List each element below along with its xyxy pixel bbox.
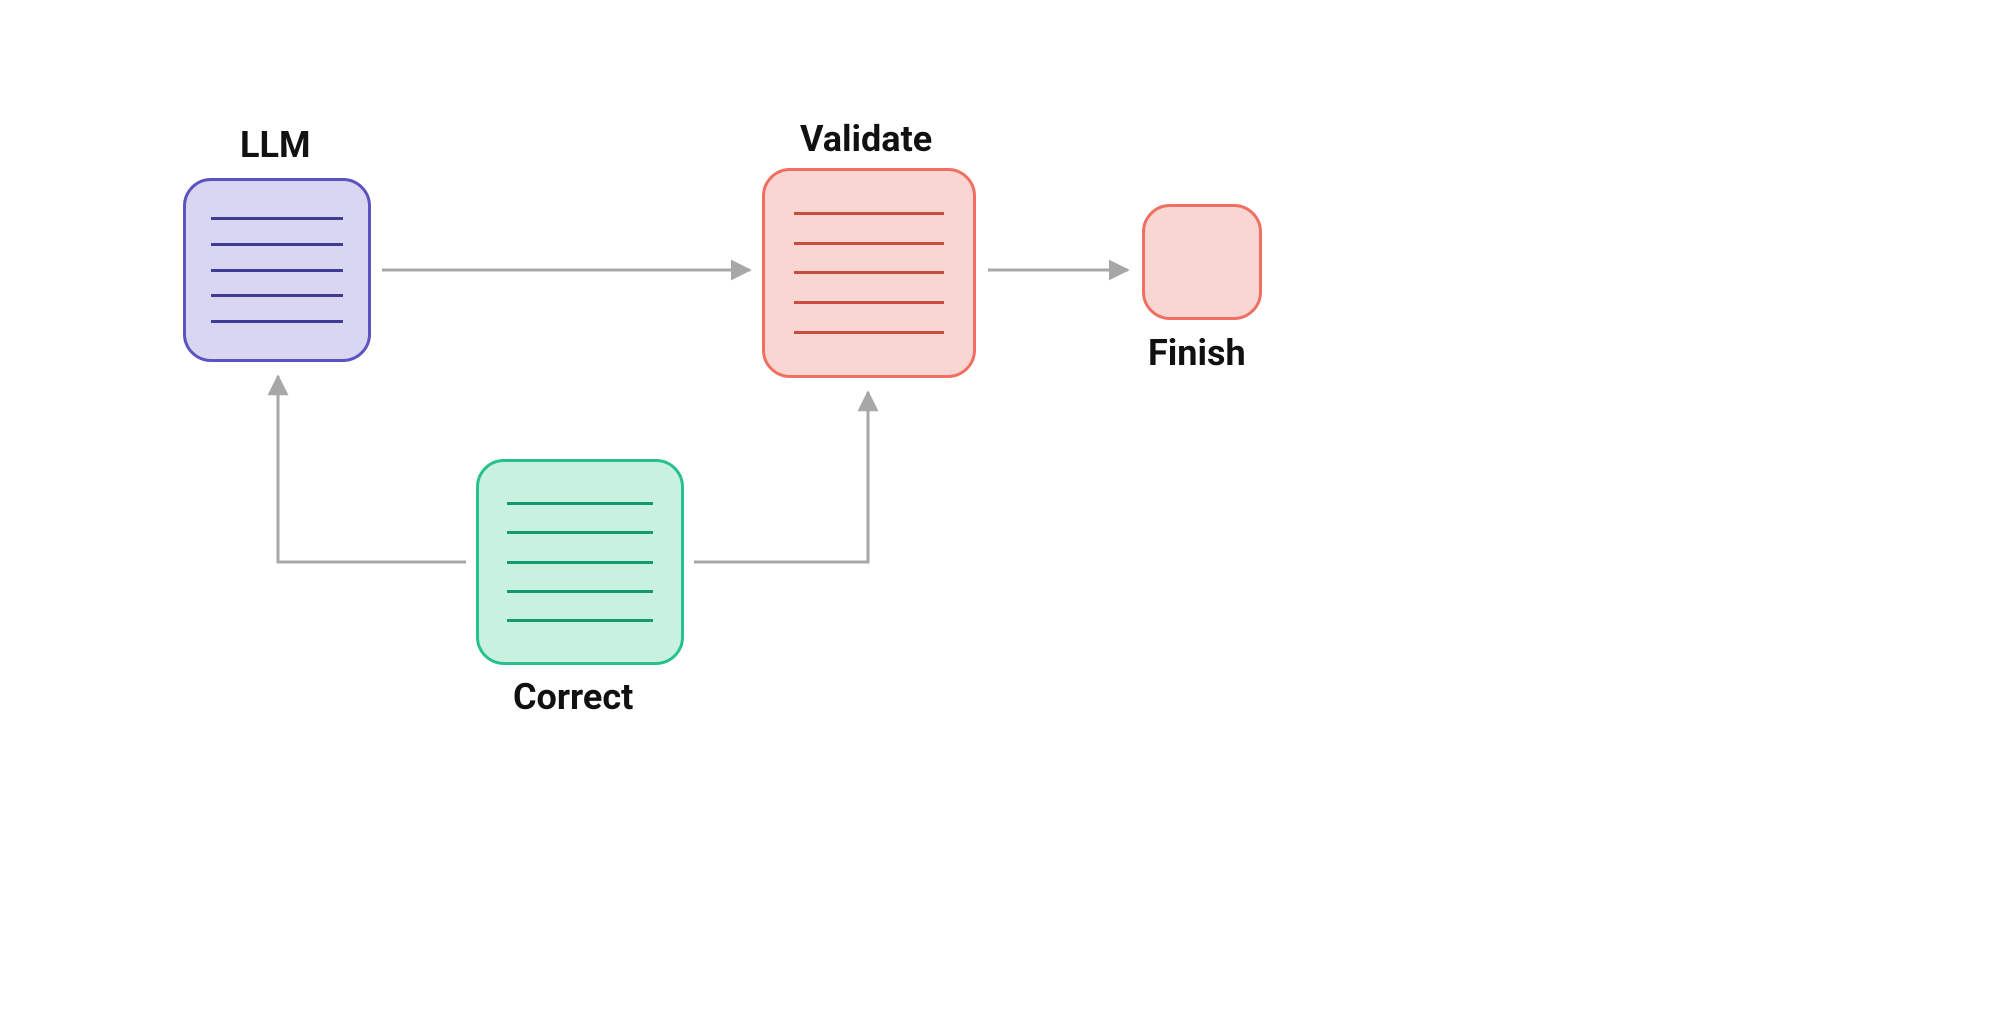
finish-label: Finish (1148, 332, 1246, 374)
edge-correct-to-validate (694, 392, 868, 562)
validate-label: Validate (800, 118, 932, 160)
diagram-canvas: LLM Validate Correct Finish (0, 0, 2000, 1033)
validate-node (762, 168, 976, 378)
finish-node (1142, 204, 1262, 320)
document-lines-icon (507, 502, 652, 622)
document-lines-icon (211, 217, 342, 324)
llm-label: LLM (240, 124, 310, 166)
correct-node (476, 459, 684, 665)
edge-correct-to-llm (278, 376, 466, 562)
document-lines-icon (794, 212, 944, 334)
llm-node (183, 178, 371, 362)
correct-label: Correct (513, 676, 633, 718)
